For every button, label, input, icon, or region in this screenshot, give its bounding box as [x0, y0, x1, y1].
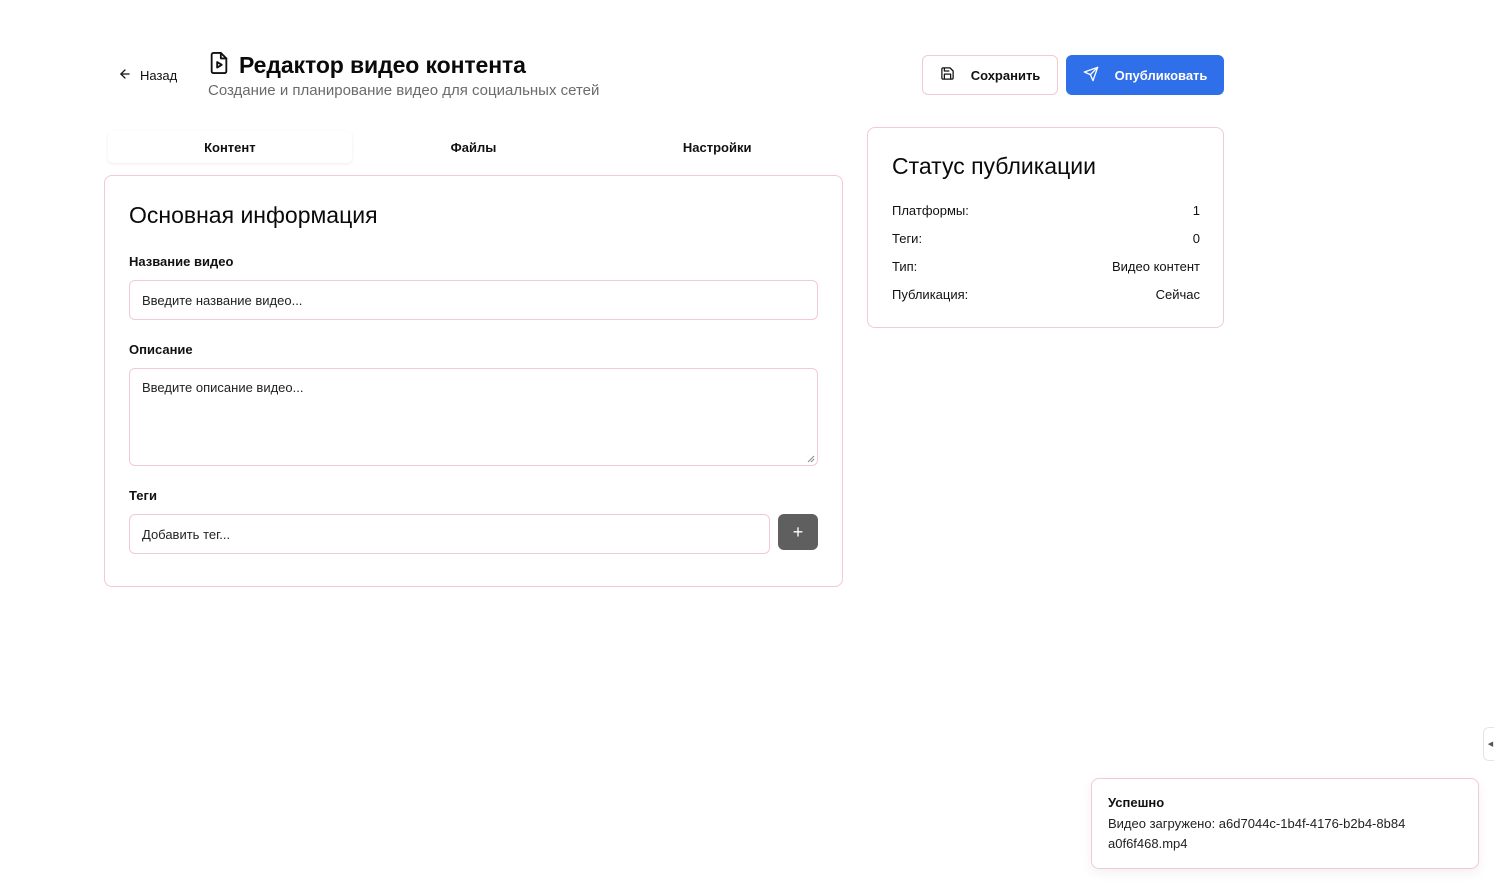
- status-label: Теги:: [892, 231, 923, 246]
- description-textarea[interactable]: Введите описание видео...: [129, 368, 818, 466]
- page-title: Редактор видео контента: [239, 52, 526, 78]
- description-label: Описание: [129, 342, 193, 357]
- add-tag-button[interactable]: +: [778, 514, 818, 550]
- video-name-input[interactable]: Введите название видео...: [129, 280, 818, 320]
- video-name-placeholder: Введите название видео...: [142, 292, 303, 308]
- basic-info-title: Основная информация: [129, 202, 378, 228]
- publish-button-label: Опубликовать: [1114, 67, 1208, 83]
- save-button-label: Сохранить: [970, 67, 1041, 83]
- tag-input[interactable]: Добавить тег...: [129, 514, 770, 554]
- publish-button[interactable]: Опубликовать: [1066, 55, 1224, 95]
- status-row-type: Тип: Видео контент: [892, 259, 1200, 274]
- save-icon: [940, 66, 955, 84]
- basic-info-card: Основная информация Название видео Введи…: [104, 175, 843, 587]
- tag-placeholder: Добавить тег...: [142, 526, 231, 542]
- tab-files[interactable]: Файлы: [352, 131, 596, 163]
- page-subtitle: Создание и планирование видео для социал…: [208, 82, 600, 99]
- description-placeholder: Введите описание видео...: [142, 380, 304, 395]
- file-video-icon: [208, 51, 230, 80]
- publication-status-card: Статус публикации Платформы: 1 Теги: 0 Т…: [867, 127, 1224, 328]
- status-row-publication: Публикация: Сейчас: [892, 287, 1200, 302]
- video-name-label: Название видео: [129, 254, 234, 269]
- arrow-left-icon: [118, 67, 132, 84]
- status-value: Видео контент: [1111, 259, 1200, 274]
- plus-icon: +: [792, 521, 804, 542]
- send-icon: [1083, 66, 1099, 85]
- status-label: Тип:: [892, 259, 918, 274]
- save-button[interactable]: Сохранить: [922, 55, 1058, 95]
- back-button-label: Назад: [140, 67, 178, 83]
- page-header: Редактор видео контента: [208, 51, 526, 80]
- status-value: 1: [1192, 203, 1200, 218]
- success-toast: Успешно Видео загружено: a6d7044c-1b4f-4…: [1091, 778, 1479, 869]
- back-button[interactable]: Назад: [112, 62, 183, 88]
- chevron-left-icon: ◀: [1487, 741, 1494, 748]
- toast-message: Видео загружено: a6d7044c-1b4f-4176-b2b4…: [1108, 816, 1406, 851]
- tab-settings[interactable]: Настройки: [595, 131, 839, 163]
- status-value: Сейчас: [1155, 287, 1200, 302]
- status-label: Платформы:: [892, 203, 969, 218]
- status-row-platforms: Платформы: 1: [892, 203, 1200, 218]
- toast-title: Успешно: [1108, 795, 1165, 810]
- tags-label: Теги: [129, 488, 157, 503]
- tab-bar: Контент Файлы Настройки: [104, 128, 843, 166]
- side-panel-toggle[interactable]: ◀: [1483, 727, 1494, 761]
- status-row-tags: Теги: 0: [892, 231, 1200, 246]
- publication-status-title: Статус публикации: [892, 153, 1096, 179]
- tab-content[interactable]: Контент: [108, 131, 352, 163]
- status-label: Публикация:: [892, 287, 969, 302]
- status-value: 0: [1192, 231, 1200, 246]
- resize-handle-icon[interactable]: [807, 455, 815, 463]
